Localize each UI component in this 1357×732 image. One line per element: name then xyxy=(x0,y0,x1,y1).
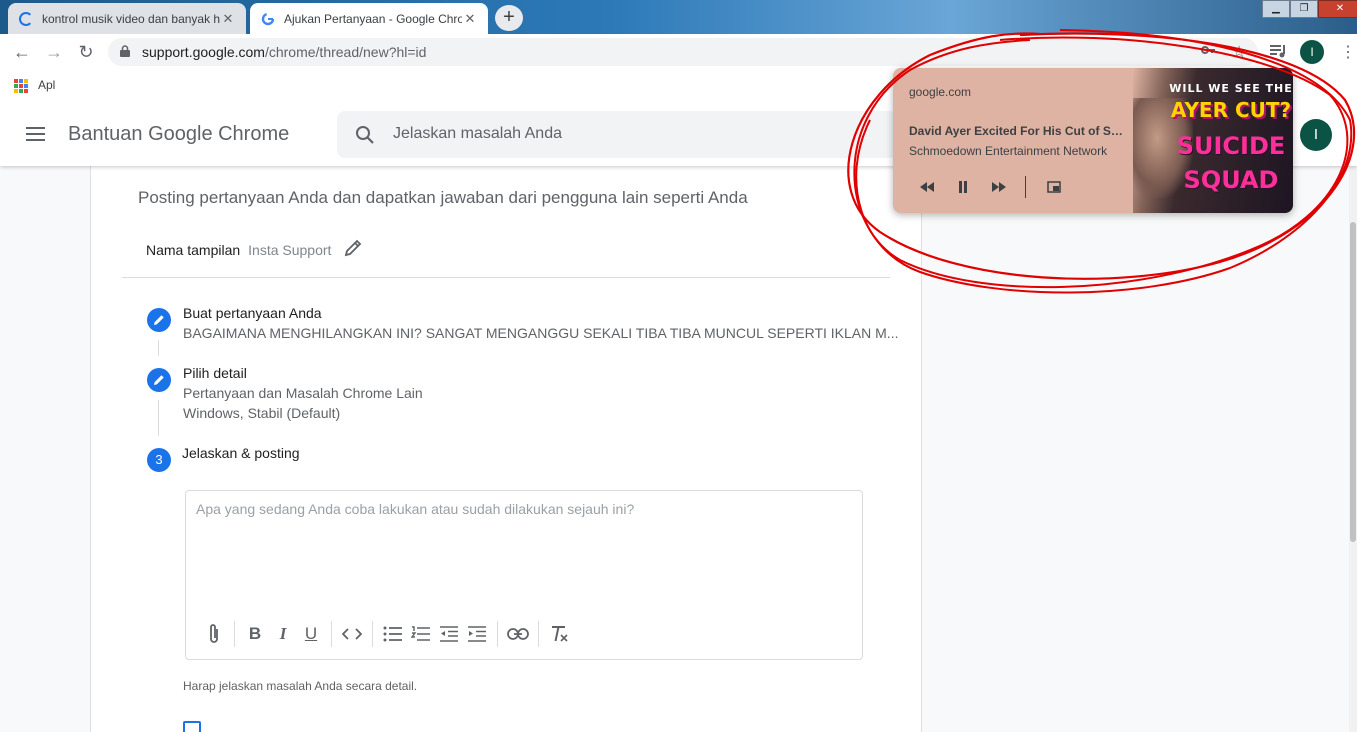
italic-icon[interactable]: I xyxy=(269,620,297,648)
toolbar-separator xyxy=(331,621,332,647)
bookmark-star-icon[interactable]: ☆ xyxy=(1232,42,1246,62)
url-text: support.google.com/chrome/thread/new?hl=… xyxy=(142,44,427,60)
indent-icon[interactable] xyxy=(463,620,491,648)
media-artwork: WILL WE SEE THE AYER CUT? SUICIDE SQUAD xyxy=(1133,68,1293,213)
lock-icon xyxy=(120,45,130,57)
back-arrow-icon[interactable]: ← xyxy=(12,42,32,62)
form-subtitle: Posting pertanyaan Anda dan dapatkan jaw… xyxy=(138,188,748,207)
account-avatar[interactable]: I xyxy=(1300,119,1332,151)
code-icon[interactable] xyxy=(338,620,366,648)
bold-icon[interactable]: B xyxy=(241,620,269,648)
close-window-button[interactable]: ✕ xyxy=(1318,0,1357,18)
media-controls xyxy=(909,176,1072,198)
step-connector xyxy=(158,340,159,356)
minimize-button[interactable]: ▁ xyxy=(1262,0,1290,18)
step-connector xyxy=(158,400,159,436)
numbered-list-icon[interactable] xyxy=(407,620,435,648)
hamburger-menu-icon[interactable] xyxy=(26,127,45,141)
step-1-edit-icon[interactable] xyxy=(147,308,171,332)
picture-in-picture-icon[interactable] xyxy=(1036,176,1072,198)
step-1-title: Buat pertanyaan Anda xyxy=(183,305,322,321)
clear-formatting-icon[interactable] xyxy=(545,620,573,648)
checkbox[interactable] xyxy=(183,721,201,732)
step-2-edit-icon[interactable] xyxy=(147,368,171,392)
underline-icon[interactable]: U xyxy=(297,620,325,648)
window-controls: ▁ ❐ ✕ xyxy=(1262,0,1357,18)
artwork-text: AYER CUT? xyxy=(1170,98,1292,122)
attach-file-icon[interactable] xyxy=(200,620,228,648)
divider xyxy=(122,277,890,278)
maximize-button[interactable]: ❐ xyxy=(1290,0,1318,18)
search-input[interactable] xyxy=(393,121,873,147)
media-artist: Schmoedown Entertainment Network xyxy=(909,144,1108,158)
close-tab-icon[interactable]: ✕ xyxy=(462,11,478,27)
toolbar-separator xyxy=(497,621,498,647)
fast-forward-icon[interactable] xyxy=(981,176,1017,198)
toolbar-separator xyxy=(234,621,235,647)
address-bar[interactable]: support.google.com/chrome/thread/new?hl=… xyxy=(108,38,1258,66)
help-search xyxy=(337,111,897,158)
rewind-icon[interactable] xyxy=(909,176,945,198)
scrollbar-thumb[interactable] xyxy=(1350,222,1356,542)
media-title: David Ayer Excited For His Cut of Suicid… xyxy=(909,124,1125,138)
forward-arrow-icon[interactable]: → xyxy=(44,42,64,62)
reload-icon[interactable]: ↻ xyxy=(76,42,96,62)
step-3-title: Jelaskan & posting xyxy=(182,445,300,461)
display-name-value: Insta Support xyxy=(248,241,332,258)
tab-title: kontrol musik video dan banyak hal l xyxy=(42,11,220,26)
outdent-icon[interactable] xyxy=(435,620,463,648)
artwork-text: SUICIDE xyxy=(1176,132,1286,160)
tab-strip: kontrol musik video dan banyak hal l ✕ A… xyxy=(0,0,1357,34)
editor-hint: Harap jelaskan masalah Anda secara detai… xyxy=(183,679,418,693)
tab-ajukan-pertanyaan[interactable]: Ajukan Pertanyaan - Google Chrome ✕ xyxy=(250,3,488,34)
close-tab-icon[interactable]: ✕ xyxy=(220,11,236,27)
edit-pencil-icon[interactable] xyxy=(343,238,363,261)
tab-title: Ajukan Pertanyaan - Google Chrome xyxy=(284,11,462,26)
display-name-row: Nama tampilan Insta Support xyxy=(146,238,363,261)
new-tab-button[interactable]: + xyxy=(495,5,523,31)
global-media-controls-popup: google.com David Ayer Excited For His Cu… xyxy=(893,68,1293,213)
artwork-text: SQUAD xyxy=(1183,166,1279,194)
media-origin: google.com xyxy=(909,85,972,99)
search-icon[interactable] xyxy=(355,125,375,145)
more-menu-icon[interactable]: ⋮ xyxy=(1340,42,1356,62)
media-control-icon[interactable] xyxy=(1268,42,1288,65)
formatting-toolbar: B I U xyxy=(200,619,573,649)
key-icon[interactable] xyxy=(1200,42,1216,63)
step-2-category: Pertanyaan dan Masalah Chrome Lain xyxy=(183,385,423,401)
apps-label[interactable]: Apl xyxy=(38,78,55,92)
tab-kontrol-musik[interactable]: kontrol musik video dan banyak hal l ✕ xyxy=(8,3,246,34)
artwork-text: WILL WE SEE THE xyxy=(1169,82,1293,95)
browser-toolbar: ← → ↻ support.google.com/chrome/thread/n… xyxy=(0,34,1357,70)
google-g-icon xyxy=(260,11,276,27)
toolbar-separator xyxy=(538,621,539,647)
apps-grid-icon[interactable] xyxy=(14,79,28,93)
profile-avatar[interactable]: I xyxy=(1300,40,1324,64)
loading-spinner-icon xyxy=(18,11,34,27)
pause-icon[interactable] xyxy=(945,176,981,198)
display-name-label: Nama tampilan xyxy=(146,241,241,258)
controls-separator xyxy=(1025,176,1026,198)
step-3-number: 3 xyxy=(147,448,171,472)
step-1-detail: BAGAIMANA MENGHILANGKAN INI? SANGAT MENG… xyxy=(183,325,899,341)
description-textarea[interactable] xyxy=(196,501,851,601)
toolbar-separator xyxy=(372,621,373,647)
step-2-platform: Windows, Stabil (Default) xyxy=(183,405,341,421)
description-editor: B I U xyxy=(185,490,863,660)
bulleted-list-icon[interactable] xyxy=(379,620,407,648)
scrollbar[interactable] xyxy=(1349,102,1357,732)
step-2-title: Pilih detail xyxy=(183,365,247,381)
link-icon[interactable] xyxy=(504,620,532,648)
page-title: Bantuan Google Chrome xyxy=(68,123,290,145)
